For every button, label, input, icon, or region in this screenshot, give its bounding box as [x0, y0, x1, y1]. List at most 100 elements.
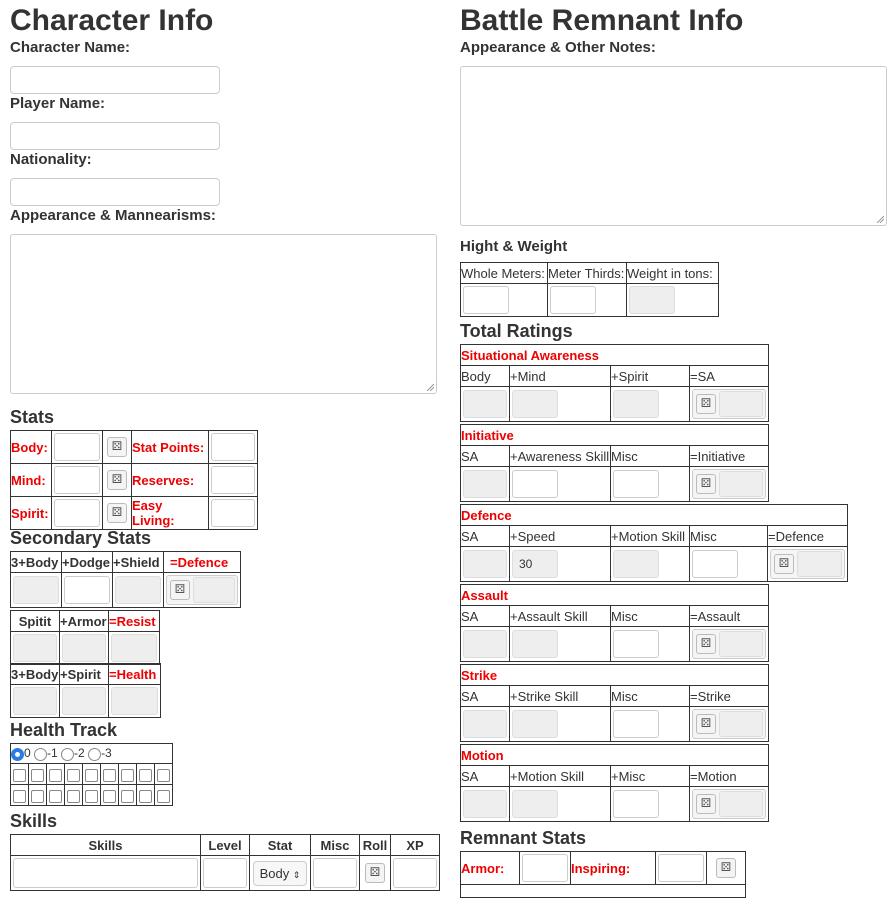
resize-grip-icon[interactable]: [426, 383, 434, 391]
d20-dice-icon[interactable]: ⚄: [716, 858, 736, 878]
health-radio-0[interactable]: [11, 747, 24, 761]
speed-field: 30: [512, 550, 558, 578]
spirit-input[interactable]: [54, 499, 100, 527]
player-name-input[interactable]: [10, 122, 220, 150]
awareness-skill-input[interactable]: [512, 470, 558, 498]
dodge-input[interactable]: [64, 576, 110, 604]
body-label: Body:: [10, 430, 52, 464]
d20-dice-icon[interactable]: ⚄: [774, 554, 794, 574]
header-cell: =Defence: [767, 525, 848, 547]
assault-misc-input[interactable]: [613, 630, 659, 658]
d20-dice-icon[interactable]: ⚄: [107, 470, 127, 490]
readonly-field: [512, 630, 558, 658]
whole-meters-input[interactable]: [463, 286, 509, 314]
mind-label: Mind:: [10, 463, 52, 497]
d20-dice-icon[interactable]: ⚄: [696, 474, 716, 494]
skill-misc-input[interactable]: [313, 858, 357, 888]
notes-textarea[interactable]: [460, 66, 887, 226]
skill-xp-input[interactable]: [393, 858, 437, 888]
meter-thirds-input[interactable]: [550, 286, 596, 314]
stat-points-input[interactable]: [211, 433, 255, 461]
remnant-stats-table: Armor: Inspiring: ⚄: [460, 851, 746, 898]
health-checkbox[interactable]: [67, 768, 80, 782]
health-checkbox[interactable]: [139, 789, 152, 803]
health-checkbox[interactable]: [85, 768, 98, 782]
health-checkbox[interactable]: [121, 768, 134, 782]
d20-dice-icon[interactable]: ⚄: [696, 634, 716, 654]
stats-heading: Stats: [10, 407, 55, 427]
assault-roll[interactable]: ⚄: [692, 629, 766, 659]
d20-dice-icon[interactable]: ⚄: [107, 437, 127, 457]
header-cell: Misc: [310, 834, 360, 856]
mind-input[interactable]: [54, 466, 100, 494]
inspiring-input[interactable]: [658, 854, 704, 882]
d20-dice-icon[interactable]: ⚄: [696, 394, 716, 414]
d20-dice-icon[interactable]: ⚄: [696, 714, 716, 734]
d20-dice-icon[interactable]: ⚄: [365, 863, 385, 883]
armor-input[interactable]: [522, 854, 568, 882]
battle-remnant-title: Battle Remnant Info: [460, 4, 744, 37]
nationality-label: Nationality:: [10, 151, 92, 168]
header-cell: Roll: [359, 834, 391, 856]
strike-roll[interactable]: ⚄: [692, 709, 766, 739]
hight-weight-heading: Hight & Weight: [460, 238, 568, 255]
health-checkbox[interactable]: [13, 768, 26, 782]
remnant-stats-heading: Remnant Stats: [460, 828, 587, 848]
initiative-misc-input[interactable]: [613, 470, 659, 498]
header-cell: Body: [460, 365, 510, 387]
health-checkbox[interactable]: [157, 789, 170, 803]
health-checkbox[interactable]: [139, 768, 152, 782]
d20-dice-icon[interactable]: ⚄: [696, 794, 716, 814]
health-checkbox[interactable]: [49, 768, 62, 782]
d20-dice-icon[interactable]: ⚄: [107, 503, 127, 523]
header-cell: SA: [460, 525, 510, 547]
header-cell: +Motion Skill: [509, 765, 611, 787]
skill-name-input[interactable]: [13, 858, 198, 888]
strike-misc-input[interactable]: [613, 710, 659, 738]
initiative-roll[interactable]: ⚄: [692, 469, 766, 499]
character-name-input[interactable]: [10, 66, 220, 94]
health-radio-2[interactable]: [61, 747, 75, 761]
health-checkbox[interactable]: [31, 768, 44, 782]
health-radio-3[interactable]: [88, 747, 102, 761]
header-cell: +Dodge: [61, 551, 113, 573]
appearance-textarea[interactable]: [10, 234, 437, 394]
sa-roll[interactable]: ⚄: [692, 389, 766, 419]
health-checkbox[interactable]: [13, 789, 26, 803]
sa-title: Situational Awareness: [460, 344, 769, 366]
reserves-input[interactable]: [211, 466, 255, 494]
readonly-field: [62, 687, 106, 715]
stat-select[interactable]: Body ⇕: [252, 860, 308, 886]
health-checkbox[interactable]: [67, 789, 80, 803]
defence-roll[interactable]: ⚄: [166, 575, 238, 605]
d20-dice-icon[interactable]: ⚄: [170, 580, 190, 600]
health-table: 3+Body +Spirit =Health: [10, 663, 161, 718]
body-input[interactable]: [54, 433, 100, 461]
strike-title: Strike: [460, 664, 769, 686]
nationality-input[interactable]: [10, 178, 220, 206]
health-checkbox[interactable]: [49, 789, 62, 803]
character-info-title: Character Info: [10, 4, 214, 37]
header-cell: 3+Body: [10, 551, 62, 573]
health-checkbox[interactable]: [157, 768, 170, 782]
health-checkbox[interactable]: [103, 789, 116, 803]
header-cell: =Initiative: [689, 445, 769, 467]
health-checkbox[interactable]: [31, 789, 44, 803]
defence-misc-input[interactable]: [692, 550, 738, 578]
health-checkbox[interactable]: [121, 789, 134, 803]
readonly-field: [463, 550, 507, 578]
health-checkbox[interactable]: [85, 789, 98, 803]
header-cell: =Motion: [689, 765, 769, 787]
health-radio-1[interactable]: [34, 747, 48, 761]
motion-misc-input[interactable]: [613, 790, 659, 818]
header-cell: +Armor: [59, 610, 109, 632]
resize-grip-icon[interactable]: [876, 215, 884, 223]
sa-table: Situational Awareness Body +Mind +Spirit…: [460, 344, 769, 422]
health-track-table: 0 -1 -2 -3: [10, 743, 173, 806]
header-cell: Spitit: [10, 610, 60, 632]
health-checkbox[interactable]: [103, 768, 116, 782]
motion-roll[interactable]: ⚄: [692, 789, 766, 819]
skill-level-input[interactable]: [203, 858, 247, 888]
easy-living-input[interactable]: [211, 499, 255, 527]
defence-rating-roll[interactable]: ⚄: [770, 549, 845, 579]
